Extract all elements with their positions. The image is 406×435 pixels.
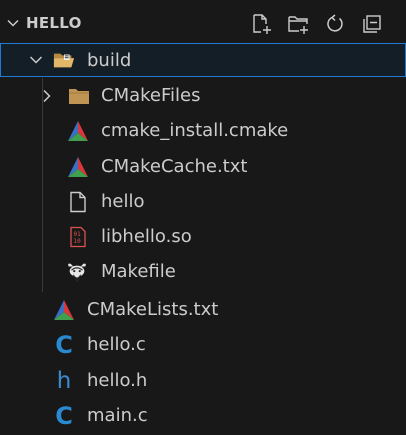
tree-item-label: CMakeLists.txt <box>87 299 219 320</box>
gnu-icon <box>66 261 88 283</box>
chevron-down-icon[interactable] <box>28 52 44 68</box>
tree-item-label: cmake_install.cmake <box>101 120 289 141</box>
collapse-all-icon <box>362 14 381 33</box>
tree-item-cmakefiles[interactable]: CMakeFiles <box>0 79 406 113</box>
file-explorer: HELLO build CMakeFiles cmake_install.cma… <box>0 0 406 435</box>
cmake-icon <box>67 120 89 142</box>
tree-item-libhello[interactable]: 01 10 libhello.so <box>0 220 406 254</box>
tree-item-cmake-install[interactable]: cmake_install.cmake <box>0 114 406 148</box>
chevron-down-icon[interactable] <box>5 15 21 31</box>
new-file-icon <box>252 13 271 34</box>
tree-item-label: build <box>87 50 132 71</box>
tree-item-makefile[interactable]: Makefile <box>0 255 406 289</box>
folder-open-icon <box>53 49 75 71</box>
tree-item-label: CMakeFiles <box>101 85 201 106</box>
folder-icon <box>68 85 90 107</box>
tree-item-main-c[interactable]: C main.c <box>0 399 406 433</box>
tree-item-label: libhello.so <box>101 226 192 247</box>
tree-item-hello[interactable]: hello <box>0 185 406 219</box>
collapse-all-button[interactable] <box>359 11 384 36</box>
tree-item-label: main.c <box>87 405 148 426</box>
cmake-icon <box>67 156 89 178</box>
tree-item-label: hello.h <box>87 370 148 391</box>
tree-item-hello-c[interactable]: C hello.c <box>0 328 406 362</box>
explorer-actions <box>248 11 384 36</box>
tree-item-cmakelists[interactable]: CMakeLists.txt <box>0 293 406 327</box>
refresh-icon <box>326 13 343 32</box>
tree-item-hello-h[interactable]: h hello.h <box>0 364 406 398</box>
c-file-icon: C <box>55 402 73 430</box>
file-icon <box>67 191 89 213</box>
explorer-title: HELLO <box>26 14 82 32</box>
binary-file-icon: 01 10 <box>67 226 89 248</box>
tree-item-build[interactable]: build <box>0 43 406 77</box>
cmake-icon <box>53 299 75 321</box>
tree-item-label: Makefile <box>101 261 176 282</box>
explorer-header[interactable]: HELLO <box>0 5 406 39</box>
c-file-icon: C <box>55 331 73 359</box>
tree-item-label: hello.c <box>87 334 146 355</box>
svg-text:01: 01 <box>74 231 82 238</box>
h-file-icon: h <box>56 368 72 394</box>
tree-item-label: hello <box>101 191 145 212</box>
new-file-button[interactable] <box>248 11 273 36</box>
refresh-button[interactable] <box>322 11 347 36</box>
new-folder-button[interactable] <box>285 11 310 36</box>
tree-item-label: CMakeCache.txt <box>101 156 248 177</box>
tree-item-cmakecache[interactable]: CMakeCache.txt <box>0 150 406 184</box>
chevron-right-icon[interactable] <box>39 88 55 104</box>
svg-text:10: 10 <box>74 238 82 245</box>
new-folder-icon <box>287 15 308 34</box>
